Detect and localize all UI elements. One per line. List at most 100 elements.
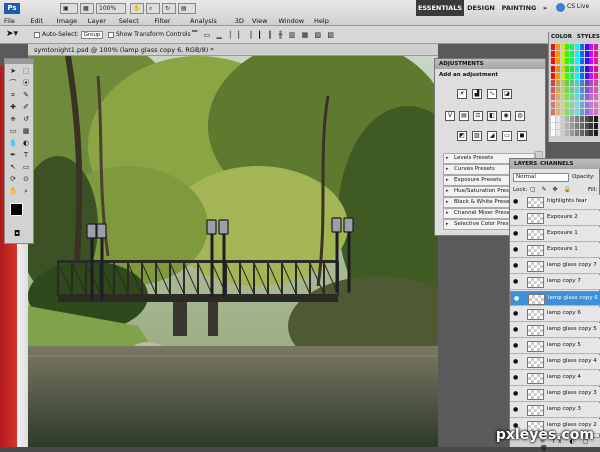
color-swatch[interactable] <box>561 109 565 115</box>
color-swatch[interactable] <box>551 80 555 86</box>
color-swatch[interactable] <box>551 87 555 93</box>
color-swatch[interactable] <box>556 94 560 100</box>
photo-filter-icon[interactable]: ◉ <box>501 111 511 121</box>
color-swatch[interactable] <box>570 80 574 86</box>
color-swatch[interactable] <box>570 123 574 129</box>
color-swatch[interactable] <box>570 94 574 100</box>
color-swatch[interactable] <box>575 51 579 57</box>
adjustments-panel-title[interactable]: ADJUSTMENTS <box>435 59 545 69</box>
eye-icon[interactable]: ● <box>513 215 520 220</box>
shape-tool-icon[interactable]: ▭ <box>20 162 32 172</box>
color-swatch[interactable] <box>580 87 584 93</box>
foreground-color-swatch[interactable] <box>10 203 23 216</box>
color-swatch[interactable] <box>580 94 584 100</box>
workspace-more[interactable]: » <box>540 0 550 16</box>
color-swatch[interactable] <box>575 130 579 136</box>
healing-tool-icon[interactable]: ✚ <box>7 102 19 112</box>
color-swatch[interactable] <box>575 94 579 100</box>
dodge-tool-icon[interactable]: ◐ <box>20 138 32 148</box>
color-swatch[interactable] <box>580 73 584 79</box>
3d-rotate-tool-icon[interactable]: ⟳ <box>7 174 19 184</box>
color-swatch[interactable] <box>556 73 560 79</box>
color-swatch[interactable] <box>570 73 574 79</box>
eye-icon[interactable]: ● <box>513 311 520 316</box>
color-swatch[interactable] <box>594 109 598 115</box>
color-swatch[interactable] <box>551 123 555 129</box>
3d-orbit-tool-icon[interactable]: ⊙ <box>20 174 32 184</box>
color-swatch[interactable] <box>594 94 598 100</box>
color-swatch[interactable] <box>565 73 569 79</box>
color-swatch[interactable] <box>561 102 565 108</box>
color-swatch[interactable] <box>551 94 555 100</box>
color-swatch[interactable] <box>585 51 589 57</box>
layer-row[interactable]: ●lamp copy 4 <box>510 371 600 386</box>
color-swatch[interactable] <box>589 109 593 115</box>
layer-row[interactable]: ●lamp glass copy 4 <box>510 355 600 370</box>
eye-icon[interactable]: ● <box>513 247 520 252</box>
clone-stamp-tool-icon[interactable]: ⎈ <box>7 114 19 124</box>
selective-color-icon[interactable]: ◼ <box>517 131 527 141</box>
eraser-tool-icon[interactable]: ▭ <box>7 126 19 136</box>
layer-row[interactable]: ●Exposure 2 <box>510 211 600 226</box>
color-swatch[interactable] <box>556 87 560 93</box>
menu-filter[interactable]: Filter <box>154 17 170 25</box>
document-tab[interactable]: symtonight1.psd @ 100% (lamp glass copy … <box>28 44 438 56</box>
layer-row[interactable]: ●Exposure 1 <box>510 243 600 258</box>
document-canvas[interactable] <box>28 56 438 447</box>
color-swatch[interactable] <box>570 58 574 64</box>
color-swatch[interactable] <box>565 51 569 57</box>
vibrance-icon[interactable]: V <box>445 111 455 121</box>
lock-buttons[interactable]: ▢ ✎ ✥ 🔒 <box>530 186 573 193</box>
color-swatch[interactable] <box>575 73 579 79</box>
color-swatch[interactable] <box>580 130 584 136</box>
color-balance-icon[interactable]: ⚖ <box>473 111 483 121</box>
eye-icon[interactable]: ● <box>513 391 520 396</box>
color-swatch[interactable] <box>556 116 560 122</box>
eye-icon[interactable]: ● <box>513 327 520 332</box>
menu-3d[interactable]: 3D <box>235 17 244 25</box>
move-tool-icon[interactable]: ➤ <box>7 66 19 76</box>
color-swatch[interactable] <box>561 66 565 72</box>
color-swatch[interactable] <box>589 87 593 93</box>
color-swatch[interactable] <box>575 102 579 108</box>
eyedropper-tool-icon[interactable]: ✎ <box>20 90 32 100</box>
color-swatch[interactable] <box>565 109 569 115</box>
auto-select-checkbox[interactable] <box>34 32 40 38</box>
color-swatch[interactable] <box>570 102 574 108</box>
color-swatch[interactable] <box>561 130 565 136</box>
color-swatch[interactable] <box>565 130 569 136</box>
menu-file[interactable]: File <box>4 17 15 25</box>
color-swatch[interactable] <box>594 116 598 122</box>
color-swatch[interactable] <box>565 44 569 50</box>
color-swatch[interactable] <box>565 66 569 72</box>
blend-mode-dropdown[interactable]: Normal <box>513 173 569 182</box>
color-swatch[interactable] <box>575 58 579 64</box>
color-swatch[interactable] <box>594 123 598 129</box>
color-swatch[interactable] <box>575 123 579 129</box>
type-tool-icon[interactable]: T <box>20 150 32 160</box>
menu-view[interactable]: View <box>252 17 267 25</box>
brush-tool-icon[interactable]: ✐ <box>20 102 32 112</box>
color-swatch[interactable] <box>585 94 589 100</box>
color-swatch[interactable] <box>585 44 589 50</box>
tab-channels[interactable]: CHANNELS <box>540 161 573 167</box>
hand-tool-button[interactable]: ✋ <box>130 3 144 14</box>
color-swatch[interactable] <box>575 116 579 122</box>
color-swatch[interactable] <box>585 66 589 72</box>
color-swatch[interactable] <box>570 130 574 136</box>
align-buttons[interactable]: ▔ ▭ ▁ │ ▏▕ ┃ ║ ╫ ▥ ▦ ▧ ▨ <box>192 31 336 39</box>
color-swatch[interactable] <box>589 130 593 136</box>
color-swatch[interactable] <box>580 58 584 64</box>
zoom-tool-icon[interactable]: ⌕ <box>20 186 32 196</box>
color-swatch[interactable] <box>561 87 565 93</box>
layer-row[interactable]: ●lamp glass copy 7 <box>510 259 600 274</box>
color-swatch[interactable] <box>570 87 574 93</box>
layer-row[interactable]: ●lamp copy 6 <box>510 307 600 322</box>
menu-edit[interactable]: Edit <box>30 17 43 25</box>
color-swatch[interactable] <box>551 109 555 115</box>
color-swatch[interactable] <box>594 102 598 108</box>
color-swatch[interactable] <box>556 44 560 50</box>
quick-select-tool-icon[interactable]: ⦿ <box>20 78 32 88</box>
eye-icon[interactable]: ● <box>513 407 520 412</box>
eye-icon[interactable]: ● <box>513 279 520 284</box>
